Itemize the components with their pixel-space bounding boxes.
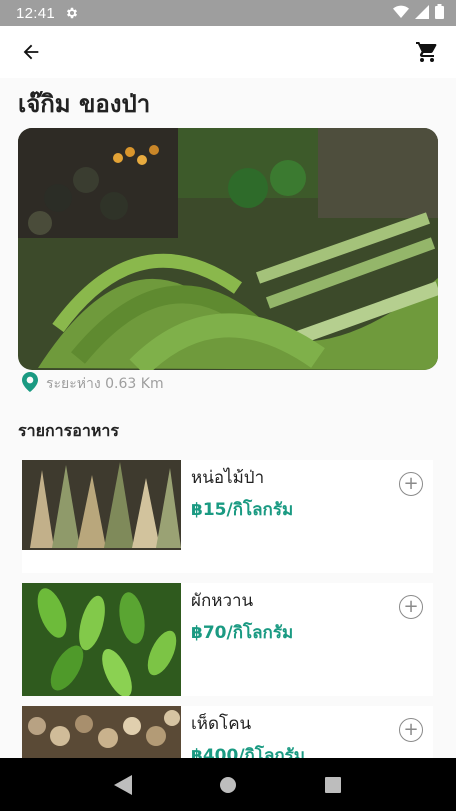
distance-info: ระยะห่าง 0.63 Km xyxy=(22,372,164,396)
item-price: ฿400/กิโลกรัม xyxy=(191,746,305,758)
distance-text: ระยะห่าง 0.63 Km xyxy=(46,376,164,392)
item-price: ฿70/กิโลกรัม xyxy=(191,623,294,643)
item-name: เห็ดโคน xyxy=(191,714,252,734)
back-triangle-icon[interactable] xyxy=(109,771,137,799)
signal-icon xyxy=(415,4,429,23)
menu-item-card[interactable]: เห็ดโคน ฿400/กิโลกรัม + xyxy=(22,706,433,758)
location-pin-icon xyxy=(22,372,38,396)
wifi-icon xyxy=(393,4,409,23)
bamboo-shoot-image xyxy=(22,460,181,550)
add-item-button[interactable]: + xyxy=(399,718,423,742)
menu-item-card[interactable]: หน่อไม้ป่า ฿15/กิโลกรัม + xyxy=(22,460,433,573)
menu-section-title: รายการอาหาร xyxy=(18,421,119,440)
battery-icon xyxy=(435,3,444,23)
status-time: 12:41 xyxy=(16,4,56,22)
add-item-button[interactable]: + xyxy=(399,595,423,619)
add-item-button[interactable]: + xyxy=(399,472,423,496)
arrow-left-icon[interactable] xyxy=(16,37,46,67)
system-nav-bar xyxy=(0,758,456,811)
home-circle-icon[interactable] xyxy=(214,771,242,799)
item-name: หน่อไม้ป่า xyxy=(191,468,265,488)
item-name: ผักหวาน xyxy=(191,591,254,611)
recents-square-icon[interactable] xyxy=(319,771,347,799)
shop-hero-image xyxy=(18,128,438,370)
shop-title: เจ๊กิม ของป่า xyxy=(18,90,151,118)
app-bar xyxy=(0,26,456,78)
shopping-cart-icon[interactable] xyxy=(412,37,442,67)
gear-icon xyxy=(65,6,79,20)
item-price: ฿15/กิโลกรัม xyxy=(191,500,294,520)
melientha-image xyxy=(22,583,181,696)
menu-item-card[interactable]: ผักหวาน ฿70/กิโลกรัม + xyxy=(22,583,433,696)
shop-content: เจ๊กิม ของป่า ระยะห่าง 0.63 Km รายการอาห… xyxy=(0,78,456,758)
status-bar: 12:41 xyxy=(0,0,456,26)
termite-mushroom-image xyxy=(22,706,181,758)
